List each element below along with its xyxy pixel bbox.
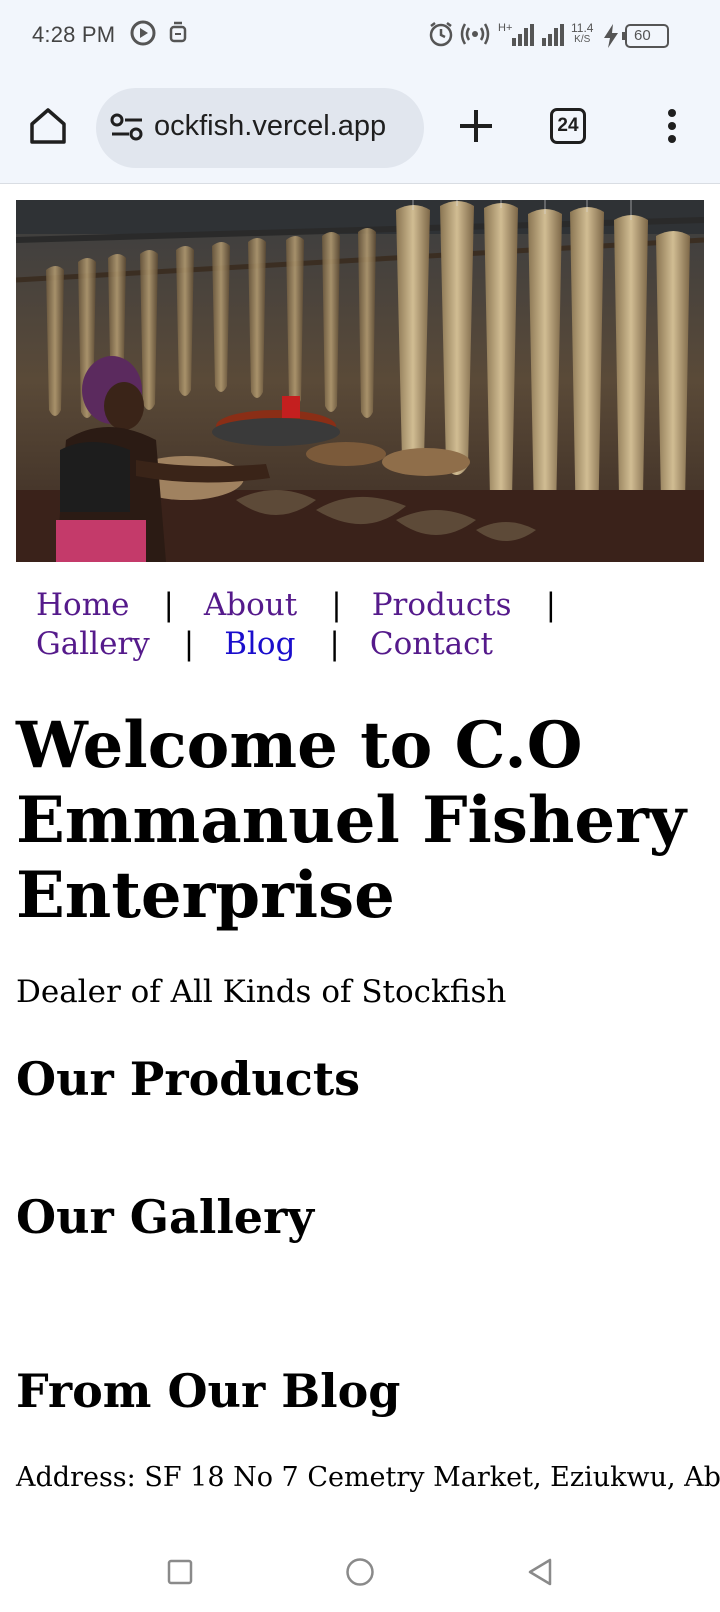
network-speed-unit: K/S [574,34,591,45]
section-heading-products: Our Products [16,1052,361,1106]
nav-link-gallery[interactable]: Gallery [36,626,150,662]
url-text[interactable]: ockfish.vercel.app [154,110,412,143]
tab-switcher-button[interactable]: 24 [540,98,596,154]
nav-separator: | [331,587,342,623]
back-icon [528,1558,552,1586]
nav-link-products[interactable]: Products [372,587,512,623]
robot-notification-icon [168,20,188,51]
page-title: Welcome to C.O Emmanuel Fishery Enterpri… [16,708,686,933]
more-menu-button[interactable] [644,98,700,154]
nav-link-about[interactable]: About [204,587,297,623]
new-tab-icon [460,110,492,142]
section-heading-blog: From Our Blog [16,1364,401,1418]
signal-icon: H+ [498,20,534,51]
back-button[interactable] [520,1552,560,1592]
address-bar[interactable]: ockfish.vercel.app [96,88,424,168]
alarm-icon [427,20,455,53]
tagline: Dealer of All Kinds of Stockfish [16,974,507,1010]
battery-icon: 60 [622,24,670,53]
tab-switcher-icon: 24 [550,108,586,144]
site-settings-icon[interactable] [110,112,144,146]
status-time: 4:28 PM [32,22,116,47]
battery-level: 60 [634,27,651,44]
browser-toolbar: ockfish.vercel.app 24 [0,76,720,184]
status-bar: 4:28 PM H+ 11.4 K/S 60 [0,0,720,76]
nav-link-contact[interactable]: Contact [370,626,493,662]
signal-icon [542,20,566,53]
hotspot-icon [460,20,490,53]
hero-image [16,200,704,562]
site-nav: Home | About | Products | Gallery | Blog | Contac… [36,586,686,664]
network-speed: 11.4 K/S [571,22,593,46]
address: Address: SF 18 No 7 Cemetry Market, Eziu… [16,1462,720,1493]
tab-count: 24 [557,115,579,136]
home-icon [30,108,66,144]
section-heading-gallery: Our Gallery [16,1190,315,1244]
home-button[interactable] [20,98,76,154]
recents-button[interactable] [160,1552,200,1592]
home-circle-icon [346,1558,374,1586]
nav-separator: | [329,626,340,662]
new-tab-button[interactable] [448,98,504,154]
nav-separator: | [163,587,174,623]
home-nav-button[interactable] [340,1552,380,1592]
nav-link-home[interactable]: Home [36,587,129,623]
more-menu-icon [668,109,676,143]
network-speed-value: 11.4 [571,21,594,35]
recents-icon [167,1559,193,1585]
nav-separator: | [545,587,557,623]
play-notification-icon [130,20,156,51]
svg-text:H+: H+ [498,22,512,34]
nav-link-blog[interactable]: Blog [224,626,295,662]
nav-separator: | [183,626,195,662]
charging-icon [604,24,618,53]
system-nav-bar [0,1532,720,1612]
